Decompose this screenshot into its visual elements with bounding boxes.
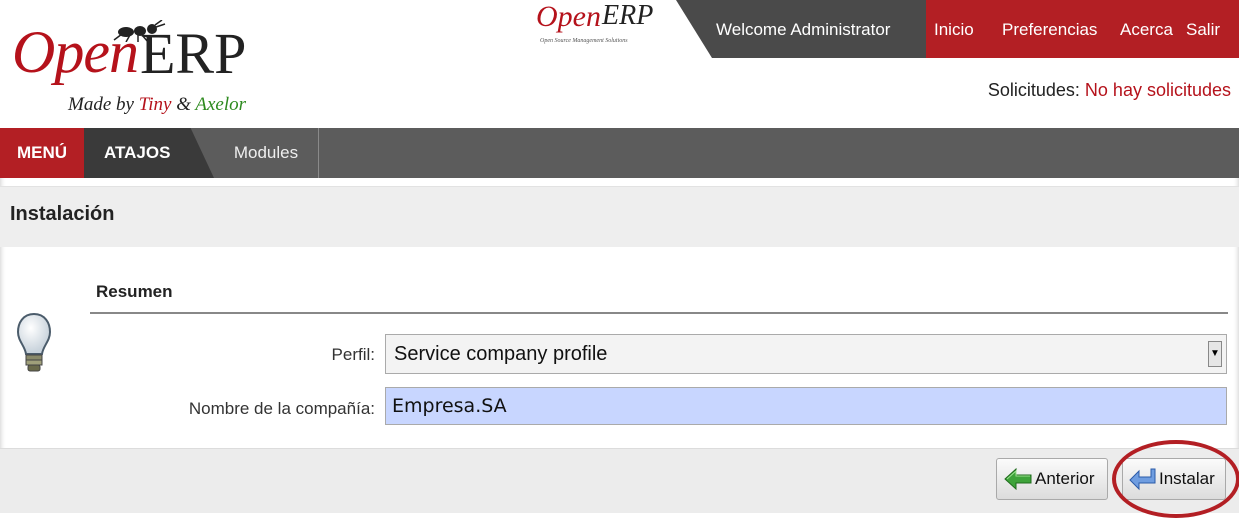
- mini-logo: Open ERP Open Source Management Solution…: [510, 0, 680, 58]
- highlight-circle: [1112, 440, 1239, 518]
- logo-erp-text: ERP: [140, 21, 247, 86]
- tagline-tiny: Tiny: [138, 94, 172, 115]
- perfil-label: Perfil:: [331, 345, 375, 364]
- back-button-label: Anterior: [1035, 469, 1095, 488]
- welcome-text: Welcome Administrator: [716, 20, 891, 39]
- company-name-input[interactable]: [385, 387, 1227, 425]
- top-nav: Inicio Preferencias Acerca Salir: [926, 0, 1239, 58]
- page-title: Instalación: [10, 203, 115, 225]
- nav-acerca-link[interactable]: Acerca: [1120, 20, 1173, 40]
- section-divider: [90, 312, 1228, 314]
- shortcut-modules[interactable]: Modules: [214, 128, 319, 178]
- header: Open ERP Made by Tiny & Axelor Open ERP …: [0, 0, 1239, 128]
- tagline-amp: &: [176, 94, 191, 115]
- nav-salir-link[interactable]: Salir: [1186, 20, 1220, 40]
- menu-bar: MENÚ ATAJOS Modules: [0, 128, 1239, 178]
- title-bar: Instalación: [0, 186, 1239, 247]
- tagline-axelor: Axelor: [195, 94, 247, 115]
- tab-shortcuts[interactable]: ATAJOS: [84, 128, 214, 178]
- requests-value-link[interactable]: No hay solicitudes: [1085, 80, 1231, 100]
- perfil-select[interactable]: Service company profile ▼: [385, 334, 1227, 374]
- mini-logo-tagline: Open Source Management Solutions: [540, 38, 628, 44]
- openerp-logo[interactable]: Open ERP Made by Tiny & Axelor: [12, 14, 302, 118]
- nav-preferencias-link[interactable]: Preferencias: [1002, 20, 1097, 40]
- tab-menu[interactable]: MENÚ: [0, 128, 84, 178]
- requests-label: Solicitudes:: [987, 80, 1080, 100]
- mini-logo-erp: ERP: [602, 0, 654, 31]
- logo-tagline: Made by Tiny & Axelor: [68, 94, 246, 116]
- dropdown-arrow-icon[interactable]: ▼: [1208, 341, 1222, 367]
- back-button[interactable]: Anterior: [996, 458, 1108, 500]
- requests-status: Solicitudes: No hay solicitudes: [988, 80, 1231, 101]
- nav-inicio-link[interactable]: Inicio: [934, 20, 974, 40]
- lightbulb-icon: [16, 312, 52, 372]
- tagline-prefix: Made by: [68, 94, 134, 115]
- section-title: Resumen: [96, 282, 173, 301]
- company-name-label: Nombre de la compañía:: [188, 399, 375, 418]
- back-arrow-icon: [1004, 467, 1032, 491]
- mini-logo-open: Open: [536, 0, 601, 33]
- perfil-selected-value: Service company profile: [394, 343, 608, 365]
